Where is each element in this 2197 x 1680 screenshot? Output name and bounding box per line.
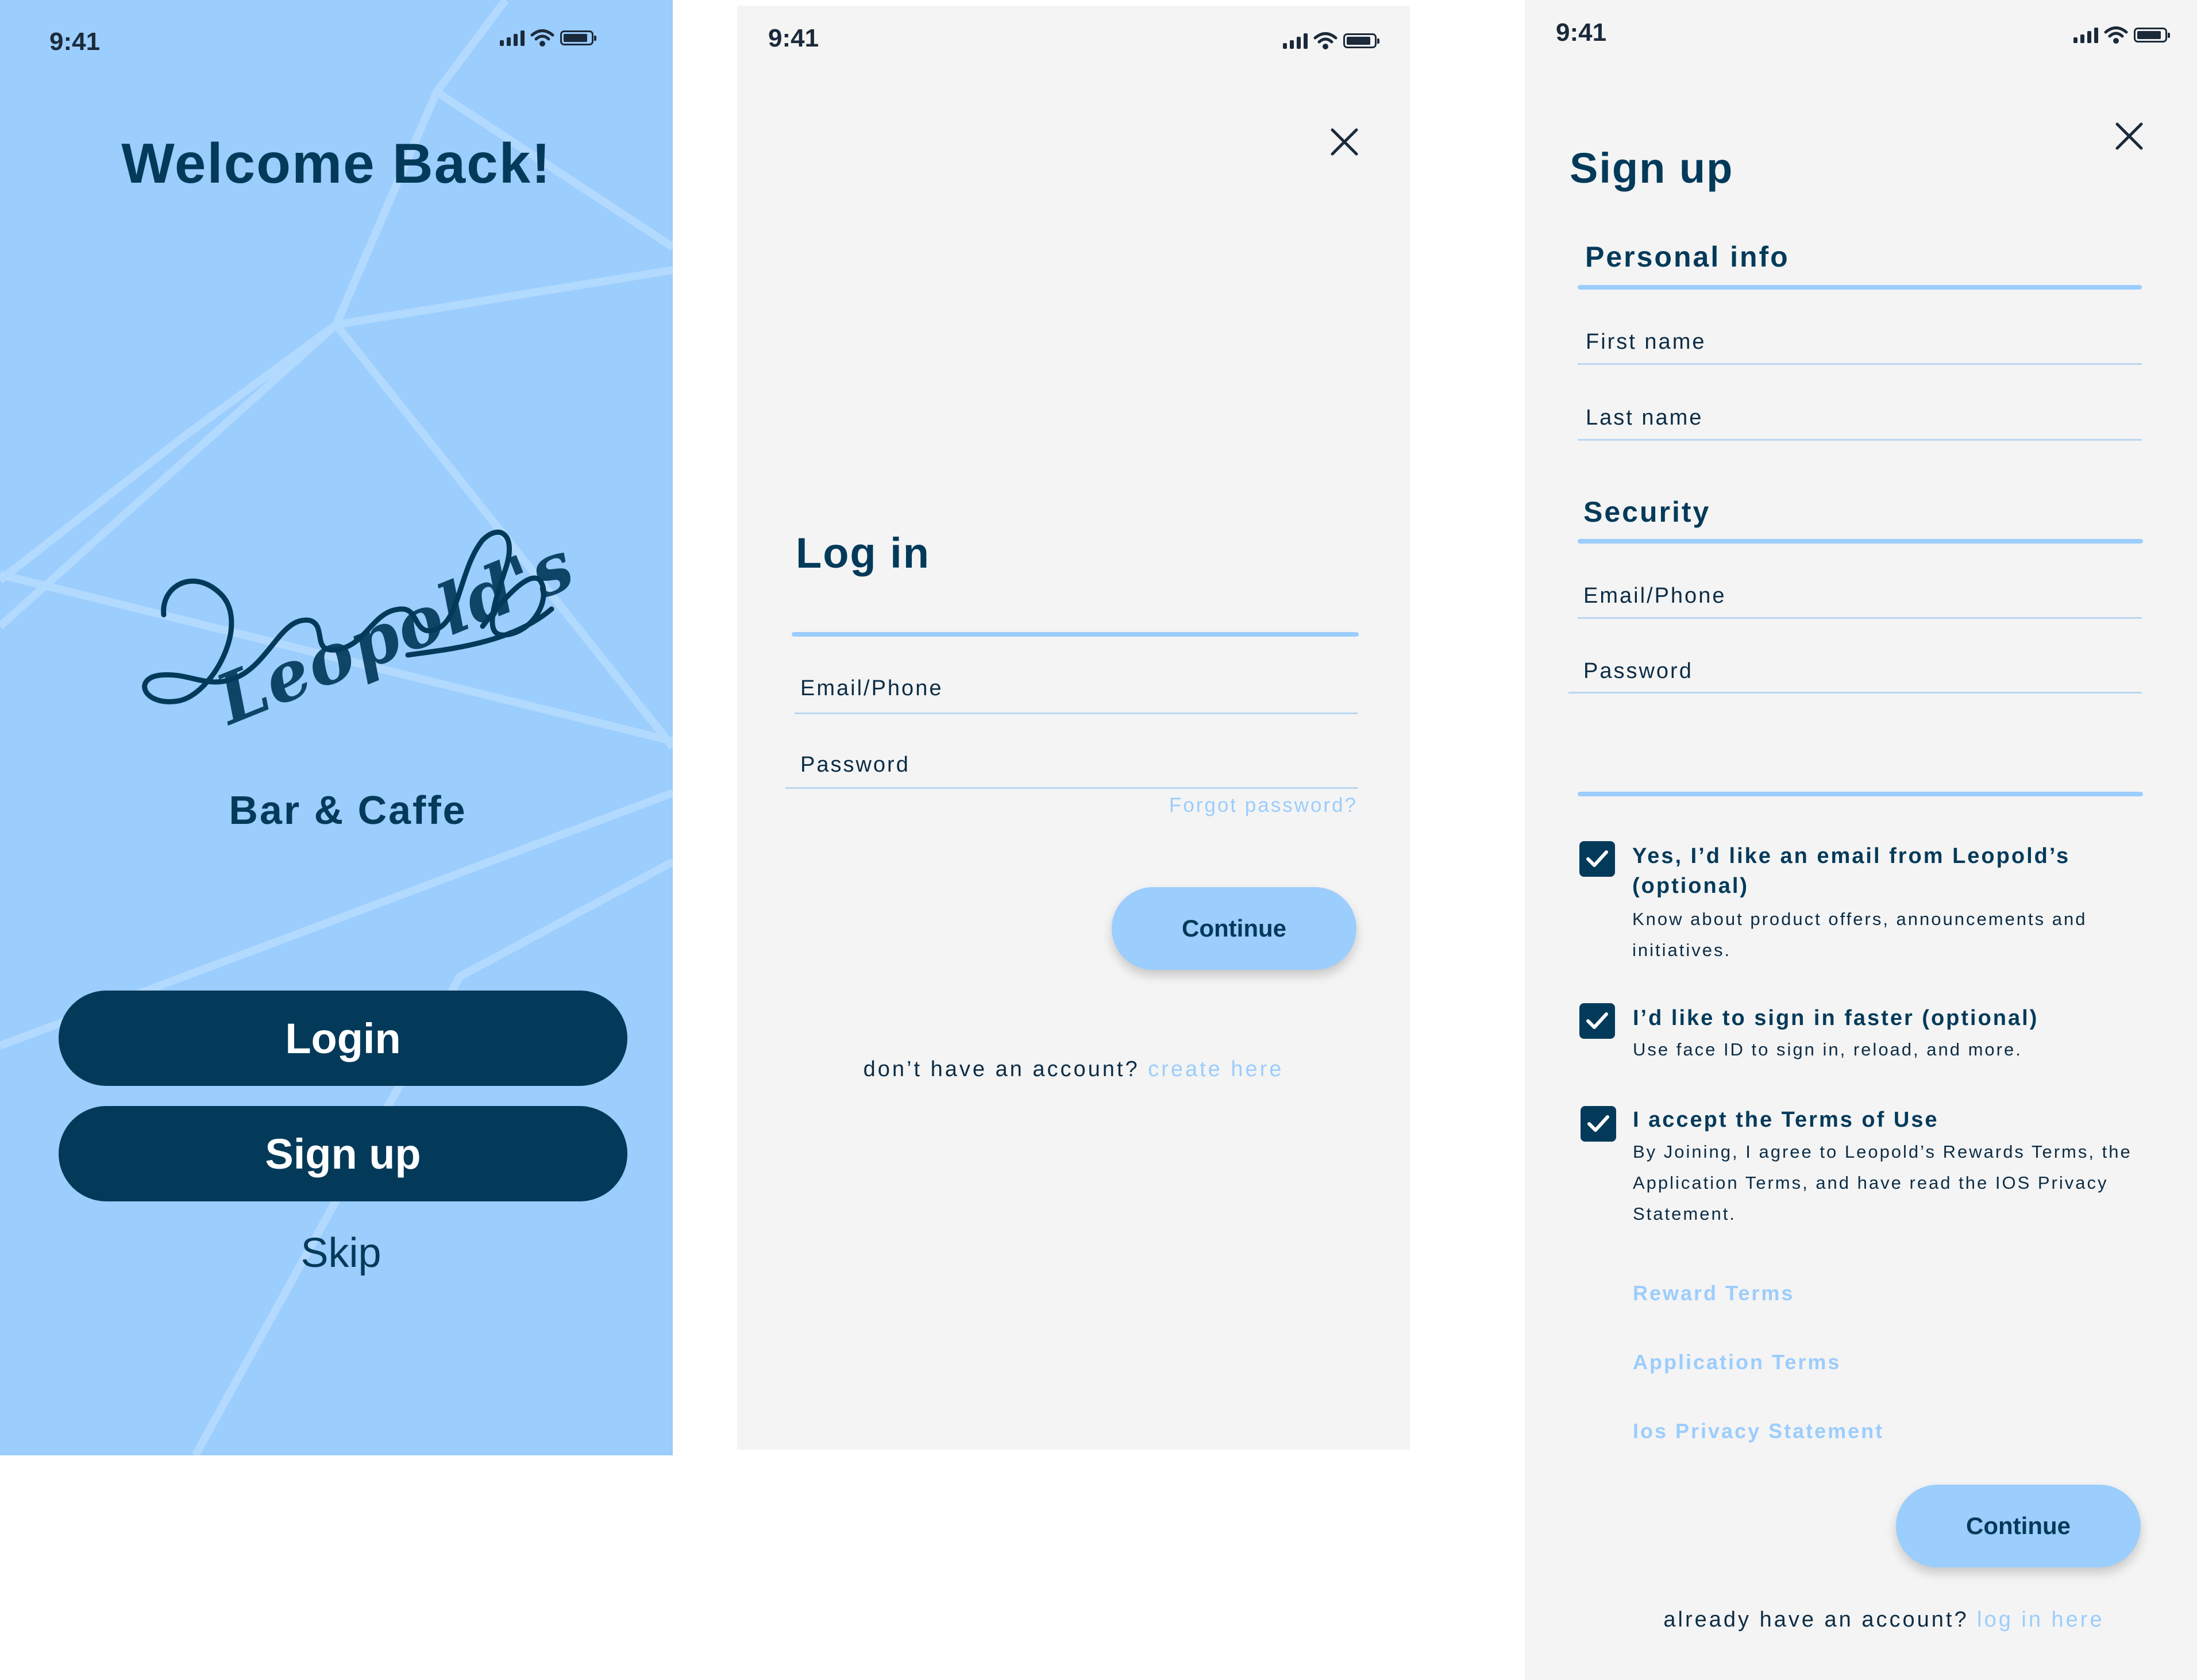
personal-info-heading: Personal info <box>1585 241 1790 273</box>
faster-signin-desc: Use face ID to sign in, reload, and more… <box>1633 1039 2022 1059</box>
forgot-password-link[interactable]: Forgot password? <box>1139 794 1358 817</box>
checkmark-icon <box>1586 1012 1608 1029</box>
have-account-text: already have an account? <box>1663 1608 1969 1632</box>
page-title: Sign up <box>1570 144 1734 192</box>
wifi-icon <box>1313 32 1338 49</box>
privacy-statement-link[interactable]: Ios Privacy Statement <box>1633 1419 1884 1443</box>
signup-screen: 9:41 Sign up Personal info First name La… <box>1525 0 2197 1680</box>
password-field[interactable]: Password <box>1583 659 1693 684</box>
login-button[interactable]: Login <box>59 991 627 1086</box>
status-icons <box>1283 32 1379 50</box>
login-link[interactable]: log in here <box>1977 1608 2104 1632</box>
checkmark-icon <box>1587 1115 1609 1132</box>
create-account-row: don’t have an account? create here <box>737 1057 1410 1082</box>
signal-icon <box>2073 27 2098 43</box>
leopolds-logo: Leopold's <box>138 506 585 747</box>
first-name-field[interactable]: First name <box>1586 330 1706 355</box>
email-field[interactable]: Email/Phone <box>1583 584 1726 608</box>
create-account-link[interactable]: create here <box>1148 1057 1283 1081</box>
battery-icon <box>1343 33 1379 48</box>
signal-icon <box>500 30 525 46</box>
brand-subtitle: Bar & Caffe <box>229 788 467 833</box>
faster-signin-checkbox[interactable] <box>1579 1003 1615 1039</box>
welcome-title: Welcome Back! <box>121 132 552 195</box>
login-row: already have an account? log in here <box>1525 1608 2197 1632</box>
battery-icon <box>560 30 596 45</box>
login-screen: 9:41 Log in Email/Phone Password Forgot … <box>737 6 1410 1450</box>
last-name-field[interactable]: Last name <box>1586 406 1703 430</box>
email-optin-title: Yes, I’d like an email from Leopold’s (o… <box>1632 844 2071 898</box>
status-time: 9:41 <box>768 24 819 52</box>
email-optin-checkbox[interactable] <box>1579 841 1615 877</box>
title-underline <box>792 632 1359 637</box>
first-name-line <box>1578 363 2142 365</box>
continue-button[interactable]: Continue <box>1112 887 1356 970</box>
password-field-line <box>1568 692 2142 693</box>
email-optin-desc: Know about product offers, announcements… <box>1632 909 2087 960</box>
no-account-text: don’t have an account? <box>863 1057 1140 1081</box>
status-time: 9:41 <box>1556 18 1607 47</box>
continue-button[interactable]: Continue <box>1896 1485 2141 1567</box>
email-field-line <box>795 712 1358 714</box>
welcome-screen: 9:41 Welcome Back! Leopold's Bar & Caffe… <box>0 0 673 1455</box>
section-divider <box>1578 792 2143 796</box>
security-underline <box>1578 539 2143 544</box>
status-icons <box>2073 26 2170 44</box>
close-icon[interactable] <box>2114 121 2145 152</box>
signup-button[interactable]: Sign up <box>59 1106 627 1201</box>
signal-icon <box>1283 33 1308 49</box>
terms-title: I accept the Terms of Use <box>1633 1108 1939 1132</box>
status-icons <box>500 29 596 47</box>
email-field-line <box>1578 617 2142 619</box>
close-icon[interactable] <box>1329 126 1360 157</box>
wifi-icon <box>2104 26 2128 44</box>
terms-desc: By Joining, I agree to Leopold’s Rewards… <box>1633 1142 2132 1224</box>
password-field[interactable]: Password <box>800 753 910 777</box>
faster-signin-title: I’d like to sign in faster (optional) <box>1633 1006 2039 1030</box>
skip-link[interactable]: Skip <box>0 1230 673 1277</box>
page-title: Log in <box>796 529 930 577</box>
last-name-line <box>1578 439 2142 441</box>
reward-terms-link[interactable]: Reward Terms <box>1633 1281 1794 1305</box>
personal-info-underline <box>1578 285 2142 290</box>
battery-icon <box>2134 28 2170 43</box>
terms-checkbox[interactable] <box>1581 1106 1616 1142</box>
checkmark-icon <box>1586 850 1608 867</box>
email-field[interactable]: Email/Phone <box>800 676 943 701</box>
wifi-icon <box>530 29 554 47</box>
status-time: 9:41 <box>49 28 101 56</box>
security-heading: Security <box>1583 496 1711 528</box>
password-field-line <box>785 787 1358 789</box>
application-terms-link[interactable]: Application Terms <box>1633 1350 1841 1374</box>
